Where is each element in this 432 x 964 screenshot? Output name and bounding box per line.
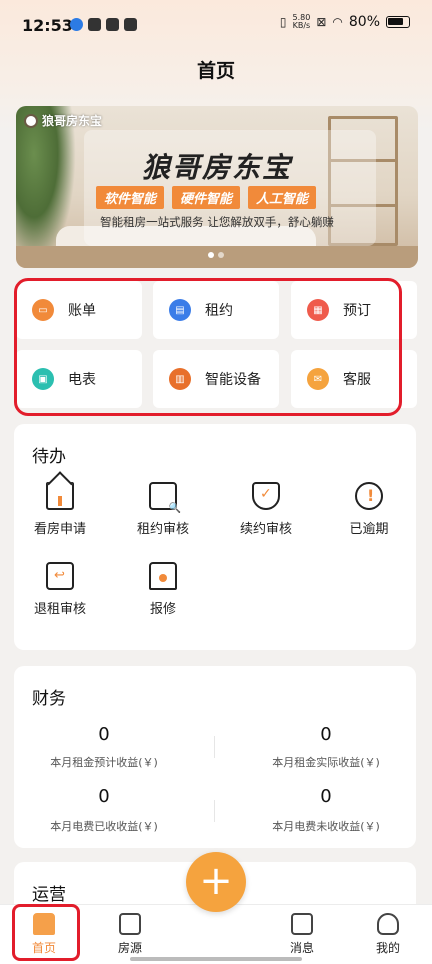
tab-mine[interactable]: 我的 — [358, 913, 418, 956]
house-icon — [46, 482, 74, 510]
battery-icon — [386, 16, 410, 28]
finance-label: 本月租金预计收益(￥) — [50, 756, 158, 769]
highlight-outline — [12, 904, 80, 961]
finance-card: 财务 0 本月租金预计收益(￥) 0 本月租金实际收益(￥) 0 本月电费已收收… — [14, 666, 416, 848]
todo-viewing-requests[interactable]: 看房申请 — [14, 482, 106, 537]
todo-overdue[interactable]: 已逾期 — [323, 482, 415, 537]
banner-title: 狼哥房东宝 — [141, 151, 292, 184]
todo-repairs[interactable]: 报修 — [117, 562, 209, 617]
banner-tag: 硬件智能 — [172, 186, 241, 209]
status-bar: 12:53 ▯ 5.80 KB/s ⊠ ◠ 80% — [0, 0, 432, 50]
battery-percent: 80% — [348, 14, 380, 30]
todo-title: 待办 — [32, 447, 66, 467]
carousel-dot[interactable] — [218, 252, 224, 258]
gesture-bar — [130, 957, 302, 961]
building-icon — [119, 913, 141, 935]
brand-logo: 狼哥房东宝 — [24, 112, 102, 129]
banner-tag: 人工智能 — [248, 186, 317, 209]
notification-icons — [70, 18, 137, 31]
person-icon — [377, 913, 399, 935]
system-indicators: ▯ 5.80 KB/s ⊠ ◠ 80% — [280, 14, 410, 30]
operations-title: 运营 — [32, 885, 66, 905]
banner-tags: 软件智能 硬件智能 人工智能 — [96, 186, 317, 209]
todo-lease-review[interactable]: 租约审核 — [117, 482, 209, 537]
shield-check-icon — [252, 482, 280, 510]
tab-messages[interactable]: 消息 — [272, 913, 332, 956]
finance-value[interactable]: 0 — [236, 786, 416, 807]
finance-value[interactable]: 0 — [14, 724, 194, 745]
add-button[interactable]: + — [186, 852, 246, 912]
wifi-icon: ◠ — [332, 15, 343, 29]
finance-label: 本月电费已收收益(￥) — [50, 820, 158, 833]
app-notification-icon — [88, 18, 101, 31]
carousel-dot[interactable] — [208, 252, 214, 258]
todo-renewal-review[interactable]: 续约审核 — [220, 482, 312, 537]
promo-banner[interactable]: 狼哥房东宝 狼哥房东宝 软件智能 硬件智能 人工智能 智能租房一站式服务 让您解… — [16, 106, 418, 268]
carousel-dots — [208, 252, 224, 258]
finance-title: 财务 — [32, 689, 66, 709]
banner-subtitle: 智能租房一站式服务 让您解放双手，舒心躺赚 — [100, 215, 334, 229]
banner-tag: 软件智能 — [96, 186, 165, 209]
document-search-icon — [149, 482, 181, 514]
finance-label: 本月租金实际收益(￥) — [272, 756, 380, 769]
vibrate-icon: ▯ — [279, 15, 287, 29]
sim-icon: ⊠ — [316, 15, 327, 29]
wolf-logo-icon — [24, 113, 38, 128]
page-title: 首页 — [196, 60, 235, 82]
highlight-outline — [14, 278, 402, 416]
app-notification-icon — [124, 18, 137, 31]
todo-checkout-review[interactable]: 退租审核 — [14, 562, 106, 617]
message-icon — [291, 913, 313, 935]
tab-rooms[interactable]: 房源 — [100, 913, 160, 956]
status-time: 12:53 — [22, 16, 73, 35]
network-speed: 5.80 KB/s — [292, 13, 311, 30]
app-notification-icon — [70, 18, 83, 31]
return-box-icon — [46, 562, 74, 590]
finance-label: 本月电费未收收益(￥) — [272, 820, 380, 833]
repair-icon — [149, 562, 177, 590]
divider — [214, 736, 215, 758]
finance-value[interactable]: 0 — [236, 724, 416, 745]
overdue-clock-icon — [355, 482, 383, 510]
todo-card: 待办 看房申请 租约审核 续约审核 已逾期 退租审核 报修 — [14, 424, 416, 650]
app-notification-icon — [106, 18, 119, 31]
divider — [214, 800, 215, 822]
finance-value[interactable]: 0 — [14, 786, 194, 807]
